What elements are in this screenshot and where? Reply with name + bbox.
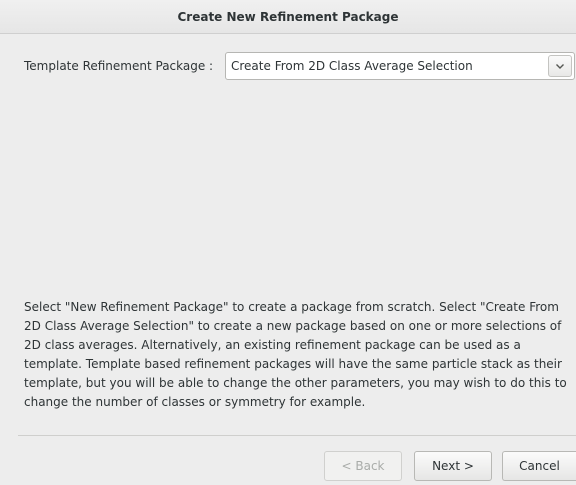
window-title: Create New Refinement Package [177, 9, 399, 24]
template-row: Template Refinement Package : [24, 52, 213, 80]
chevron-down-icon [556, 63, 564, 69]
back-button[interactable]: < Back [324, 451, 402, 481]
separator [18, 435, 576, 436]
cancel-button[interactable]: Cancel [502, 451, 576, 481]
next-button[interactable]: Next > [414, 451, 492, 481]
description-text: Select "New Refinement Package" to creat… [24, 300, 567, 409]
window-titlebar: Create New Refinement Package [0, 0, 576, 34]
template-label: Template Refinement Package : [24, 59, 214, 73]
template-package-dropdown[interactable]: Create From 2D Class Average Selection [225, 52, 575, 80]
dropdown-button[interactable] [548, 55, 572, 77]
template-package-value: Create From 2D Class Average Selection [231, 59, 473, 73]
